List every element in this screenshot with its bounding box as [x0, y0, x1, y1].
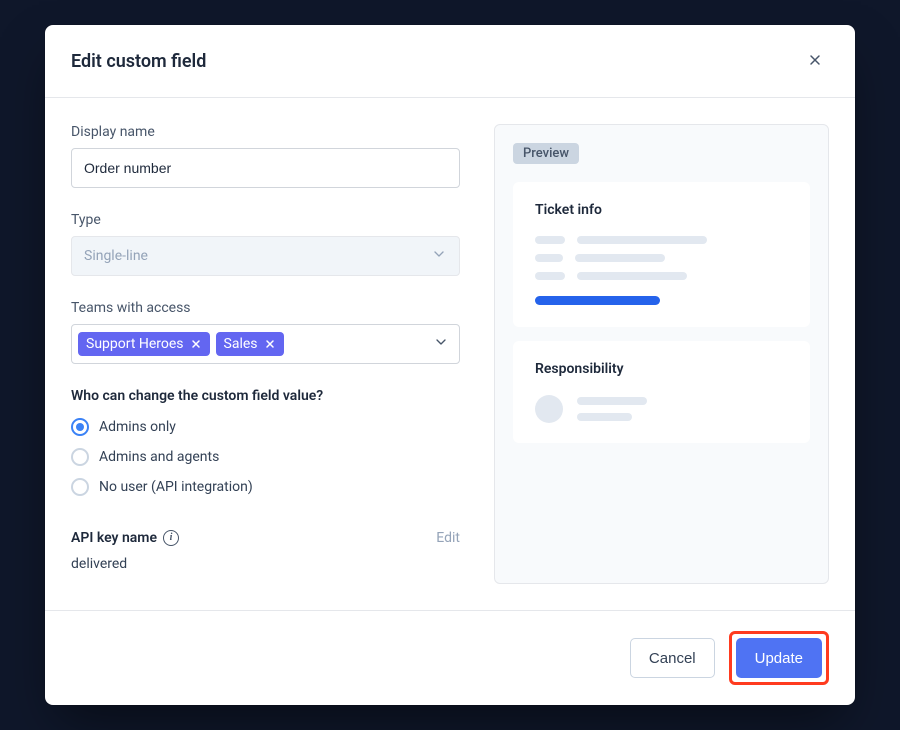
modal-body: Display name Type Single-line Teams with… — [45, 98, 855, 610]
permission-group: Who can change the custom field value? A… — [71, 388, 460, 496]
permission-option-admins-only[interactable]: Admins only — [71, 418, 460, 436]
chevron-down-icon — [431, 246, 447, 266]
type-label: Type — [71, 212, 460, 228]
teams-label: Teams with access — [71, 300, 460, 316]
update-button[interactable]: Update — [736, 638, 822, 678]
api-key-label-wrap: API key name i — [71, 530, 179, 546]
display-name-group: Display name — [71, 124, 460, 188]
skeleton-row — [535, 395, 788, 423]
close-button[interactable] — [801, 47, 829, 75]
form-column: Display name Type Single-line Teams with… — [71, 124, 460, 584]
team-chip-label: Support Heroes — [86, 336, 184, 353]
modal-footer: Cancel Update — [45, 610, 855, 705]
preview-card-title: Responsibility — [535, 361, 788, 377]
skeleton-bar — [577, 397, 647, 405]
radio-icon — [71, 478, 89, 496]
display-name-input[interactable] — [71, 148, 460, 188]
skeleton-bar — [577, 272, 687, 280]
api-key-row: API key name i Edit — [71, 530, 460, 546]
skeleton-row — [535, 296, 788, 305]
modal-title: Edit custom field — [71, 51, 206, 72]
remove-chip-icon[interactable] — [190, 338, 202, 350]
team-chip: Support Heroes — [78, 332, 210, 357]
preview-card-responsibility: Responsibility — [513, 341, 810, 443]
skeleton-bar — [575, 254, 665, 262]
close-icon — [807, 52, 823, 71]
skeleton-avatar — [535, 395, 563, 423]
permission-option-no-user[interactable]: No user (API integration) — [71, 478, 460, 496]
teams-multiselect[interactable]: Support Heroes Sales — [71, 324, 460, 364]
permission-label: Who can change the custom field value? — [71, 388, 460, 404]
chevron-down-icon — [433, 334, 449, 354]
type-select: Single-line — [71, 236, 460, 276]
skeleton-bar — [577, 413, 632, 421]
cancel-button[interactable]: Cancel — [630, 638, 715, 678]
display-name-label: Display name — [71, 124, 460, 140]
type-group: Type Single-line — [71, 212, 460, 276]
preview-card-ticket-info: Ticket info — [513, 182, 810, 327]
info-icon[interactable]: i — [163, 530, 179, 546]
type-value: Single-line — [84, 248, 148, 264]
modal-header: Edit custom field — [45, 25, 855, 98]
permission-option-admins-agents[interactable]: Admins and agents — [71, 448, 460, 466]
preview-column: Preview Ticket info — [494, 124, 829, 584]
skeleton-bar-active — [535, 296, 660, 305]
remove-chip-icon[interactable] — [264, 338, 276, 350]
update-highlight: Update — [729, 631, 829, 685]
api-key-edit-link[interactable]: Edit — [436, 530, 460, 546]
teams-group: Teams with access Support Heroes Sales — [71, 300, 460, 364]
skeleton-row — [535, 236, 788, 244]
team-chip: Sales — [216, 332, 284, 357]
preview-badge: Preview — [513, 143, 579, 164]
team-chip-label: Sales — [224, 336, 258, 353]
radio-label: No user (API integration) — [99, 479, 253, 495]
skeleton-bar — [535, 236, 565, 244]
edit-custom-field-modal: Edit custom field Display name Type Sing… — [45, 25, 855, 705]
api-key-value: delivered — [71, 556, 460, 572]
radio-label: Admins only — [99, 419, 176, 435]
api-key-label: API key name — [71, 530, 157, 546]
skeleton-bar — [577, 236, 707, 244]
radio-icon — [71, 448, 89, 466]
radio-icon — [71, 418, 89, 436]
skeleton-row — [535, 272, 788, 280]
preview-panel: Preview Ticket info — [494, 124, 829, 584]
radio-label: Admins and agents — [99, 449, 219, 465]
skeleton-bar — [535, 272, 565, 280]
skeleton-row — [535, 254, 788, 262]
preview-card-title: Ticket info — [535, 202, 788, 218]
skeleton-bar — [535, 254, 563, 262]
